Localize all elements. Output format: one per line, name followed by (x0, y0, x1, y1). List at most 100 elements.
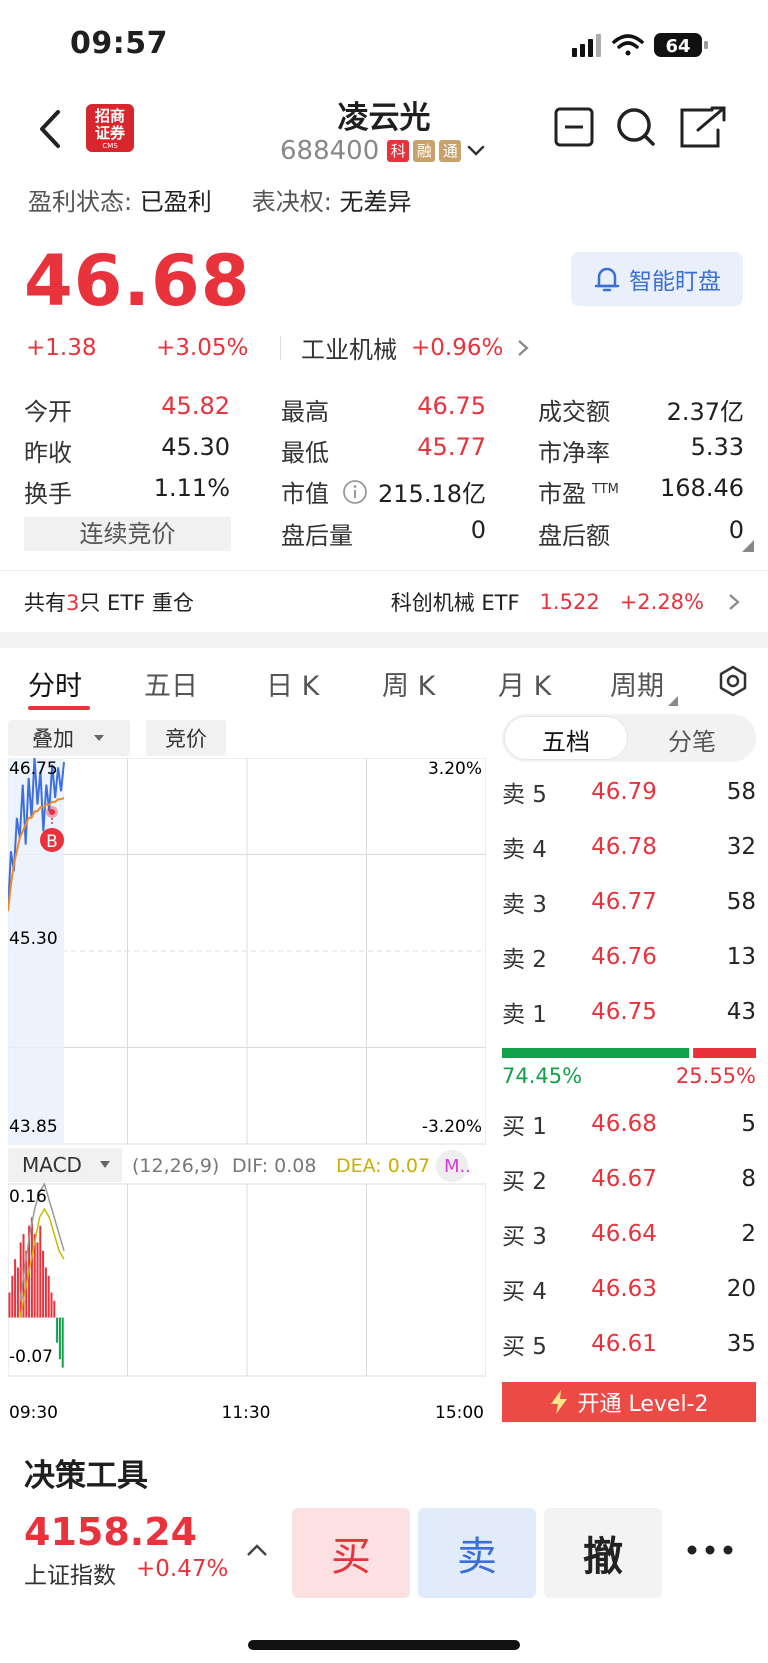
home-indicator[interactable] (248, 1640, 520, 1650)
pe-value: 168.46 (660, 474, 744, 502)
indicator-name: MACD (22, 1153, 82, 1177)
tab-intraday[interactable]: 分时 (28, 664, 82, 703)
macd-bar (50, 1292, 53, 1318)
minimize-icon[interactable] (554, 107, 594, 147)
tab-ticks[interactable]: 分笔 (630, 722, 754, 757)
bid-level-price: 46.64 (591, 1221, 657, 1247)
cancel-order-button[interactable]: 撤 (544, 1508, 662, 1598)
turnover-rate-value: 1.11% (153, 474, 230, 502)
tab-five-day[interactable]: 五日 (144, 664, 198, 703)
tag-star-market: 科 (387, 140, 410, 162)
corner-expand-icon[interactable] (742, 540, 754, 552)
ask-level-label: 卖 1 (502, 1002, 547, 1028)
ask-level-row[interactable]: 卖 4 46.78 32 (502, 827, 756, 867)
bid-level-label: 买 5 (502, 1334, 547, 1360)
price-change-row: +1.38 +3.05% 工业机械 +0.96% (26, 330, 533, 365)
tab-five-levels[interactable]: 五档 (504, 722, 628, 757)
tag-margin: 融 (413, 140, 436, 162)
bid-level-row[interactable]: 买 4 46.63 20 (502, 1269, 756, 1309)
status-time: 09:57 (70, 26, 168, 61)
turnover-rate-label: 换手 (24, 480, 72, 508)
tab-period[interactable]: 周期 (610, 664, 664, 703)
etf-holdings-row[interactable]: 共有3只 ETF 重仓 科创机械 ETF 1.522 +2.28% (0, 570, 768, 632)
ask-level-row[interactable]: 卖 3 46.77 58 (502, 882, 756, 922)
change-amount: +1.38 (26, 334, 97, 361)
ask-level-row[interactable]: 卖 1 46.75 43 (502, 992, 756, 1032)
etf-change: +2.28% (619, 589, 704, 614)
bid-level-row[interactable]: 买 1 46.68 5 (502, 1104, 756, 1144)
etf-summary: 共有3只 ETF 重仓 (24, 590, 194, 615)
tab-weekly-k[interactable]: 周 K (382, 664, 435, 703)
bid-level-row[interactable]: 买 5 46.61 35 (502, 1324, 756, 1364)
active-tab-underline (28, 706, 90, 710)
chevron-down-icon[interactable] (465, 140, 487, 162)
share-icon[interactable] (680, 106, 726, 148)
smart-watch-button[interactable]: 智能盯盘 (571, 252, 743, 306)
buy-marker-label: B (46, 832, 58, 852)
info-icon[interactable] (342, 479, 368, 505)
signal-icon (572, 34, 601, 57)
battery-icon: 64 (654, 33, 708, 57)
current-price: 46.68 (24, 240, 251, 322)
intraday-chart[interactable]: B 46.75 45.30 43.85 3.20% -3.20% MACD (1… (8, 758, 486, 1426)
bid-level-qty: 20 (726, 1276, 756, 1302)
ask-level-label: 卖 4 (502, 837, 547, 863)
more-icon[interactable] (680, 1530, 740, 1570)
stock-code-row[interactable]: 688400 科 融 通 (280, 134, 487, 168)
corner-indicator-icon (668, 696, 678, 706)
level2-label: 开通 Level-2 (577, 1392, 709, 1417)
ask-level-row[interactable]: 卖 2 46.76 13 (502, 937, 756, 977)
etf-name: 科创机械 ETF (390, 590, 520, 615)
industry-change: +0.96% (411, 334, 504, 361)
indicator-dif: DIF: 0.08 (232, 1155, 316, 1177)
ask-level-qty: 58 (726, 889, 756, 915)
x-tick-open: 09:30 (9, 1403, 58, 1423)
after-amount-label: 盘后额 (538, 522, 610, 550)
index-change: +0.47% (136, 1556, 229, 1582)
broker-logo-sub: CMS (102, 142, 118, 150)
buy-button[interactable]: 买 (292, 1508, 410, 1598)
bid-level-label: 买 1 (502, 1114, 547, 1140)
sell-button[interactable]: 卖 (418, 1508, 536, 1598)
macd-bar (19, 1242, 22, 1318)
macd-bar (30, 1217, 33, 1318)
ask-level-price: 46.75 (591, 999, 657, 1025)
index-value[interactable]: 4158.24 (24, 1510, 197, 1554)
y-tick-mid: 45.30 (9, 929, 58, 949)
ask-level-qty: 43 (726, 999, 756, 1025)
bid-level-qty: 35 (726, 1331, 756, 1357)
header-actions (554, 106, 726, 148)
macd-bar (44, 1267, 47, 1318)
macd-bar (36, 1242, 39, 1318)
settings-icon[interactable] (716, 664, 750, 698)
profit-status-row: 盈利状态: 已盈利 表决权: 无差异 (28, 182, 411, 217)
prev-close-value: 45.30 (161, 433, 230, 461)
lightning-icon (551, 1390, 568, 1414)
auction-toggle[interactable]: 竞价 (146, 720, 226, 756)
chevron-right-icon[interactable] (513, 337, 533, 359)
divider (280, 335, 281, 360)
tab-monthly-k[interactable]: 月 K (498, 664, 551, 703)
voting-rights: 表决权: 无差异 (251, 188, 412, 216)
chevron-up-icon[interactable] (244, 1540, 270, 1560)
search-icon[interactable] (617, 108, 655, 146)
bid-level-row[interactable]: 买 3 46.64 2 (502, 1214, 756, 1254)
bid-level-row[interactable]: 买 2 46.67 8 (502, 1159, 756, 1199)
auction-status: 连续竞价 (24, 517, 231, 551)
high-label: 最高 (281, 398, 329, 426)
etf-count: 3 (66, 590, 80, 615)
industry-name[interactable]: 工业机械 (301, 330, 397, 365)
tab-daily-k[interactable]: 日 K (266, 664, 319, 703)
macd-bar (58, 1317, 61, 1360)
status-icons: 64 (572, 33, 708, 57)
overlay-dropdown[interactable]: 叠加 (8, 720, 130, 756)
level2-button[interactable]: 开通 Level-2 (502, 1382, 756, 1422)
etf-price: 1.522 (539, 589, 600, 614)
decision-tools-title[interactable]: 决策工具 (24, 1450, 148, 1495)
bid-level-label: 买 4 (502, 1279, 547, 1305)
after-volume-label: 盘后量 (281, 522, 353, 550)
ask-level-row[interactable]: 卖 5 46.79 58 (502, 772, 756, 812)
prev-close-label: 昨收 (24, 439, 72, 467)
ask-level-qty: 32 (726, 834, 756, 860)
macd-bar (42, 1250, 45, 1318)
